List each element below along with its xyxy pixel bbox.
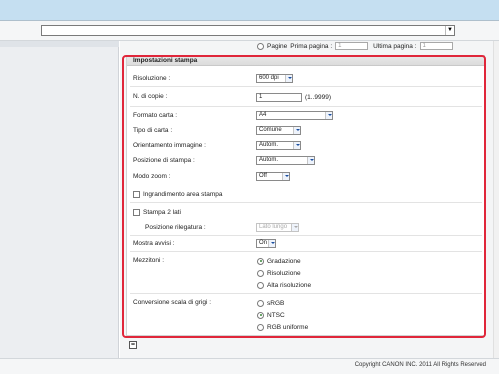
- last-page-input[interactable]: 1: [419, 42, 453, 50]
- title-bar: [0, 0, 499, 21]
- pages-radio[interactable]: [257, 42, 264, 50]
- top-dropdown[interactable]: ▼: [41, 25, 455, 36]
- first-page-input[interactable]: 1: [335, 42, 369, 50]
- first-page-label: Prima pagina :: [290, 42, 333, 50]
- copyright-text: Copyright CANON INC. 2011 All Rights Res…: [354, 362, 486, 368]
- vertical-scrollbar[interactable]: [493, 41, 499, 358]
- highlight-frame: [122, 55, 486, 338]
- toolbar: ▼: [0, 21, 499, 41]
- scroll-to-bottom-icon[interactable]: ≖: [129, 341, 137, 349]
- pages-range-row: Pagine Prima pagina : 1 Ultima pagina : …: [257, 41, 453, 51]
- left-panel: [0, 41, 119, 358]
- pages-radio-label: Pagine: [267, 42, 288, 50]
- left-panel-shade: [0, 41, 119, 47]
- footer: Copyright CANON INC. 2011 All Rights Res…: [0, 358, 499, 374]
- last-page-label: Ultima pagina :: [373, 42, 417, 50]
- chevron-down-icon[interactable]: ▼: [445, 26, 454, 35]
